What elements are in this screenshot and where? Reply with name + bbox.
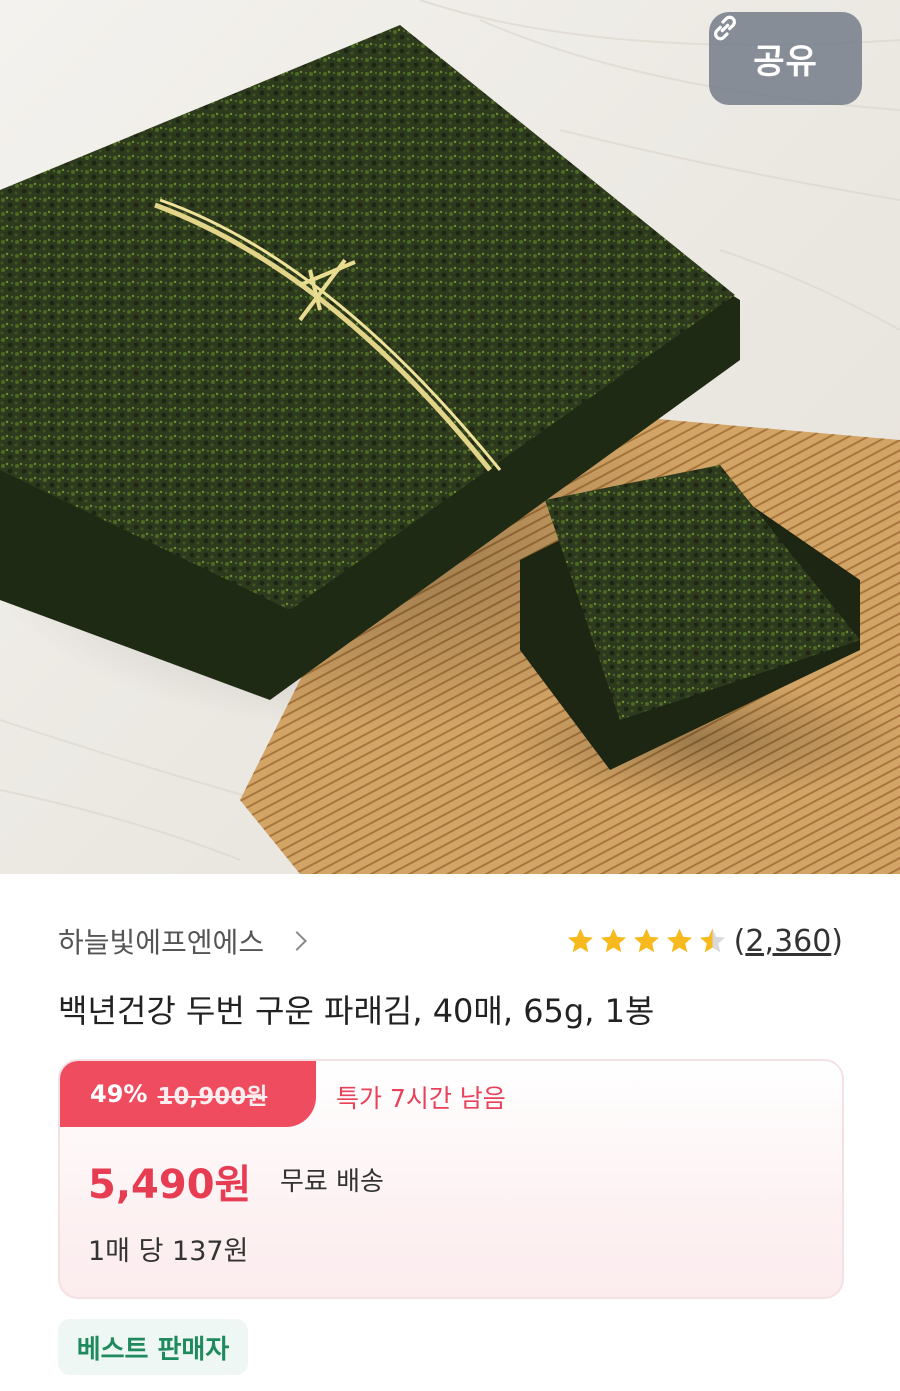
- shipping-info: 무료 배송: [280, 1167, 384, 1197]
- star-icon: [699, 928, 725, 953]
- share-label: 공유: [753, 42, 818, 82]
- star-icon: [567, 928, 593, 953]
- rating-summary[interactable]: (2,360): [565, 918, 843, 964]
- price-box: 49% 10,900원 특가 7시간 남음 5,490원 무료 배송 1매 당 …: [58, 1059, 844, 1299]
- special-deal-timer: 특가 7시간 남음: [336, 1084, 506, 1113]
- star-icon: [633, 928, 659, 953]
- star-icon: [666, 928, 692, 953]
- share-button[interactable]: 공유: [709, 12, 862, 105]
- original-price: 10,900원: [157, 1084, 268, 1110]
- unit-price: 1매 당 137원: [88, 1236, 249, 1267]
- product-image[interactable]: 공유: [0, 0, 900, 874]
- discount-tag: 49% 10,900원: [60, 1061, 316, 1127]
- sale-price: 5,490원: [88, 1162, 252, 1208]
- star-rating: [565, 926, 728, 956]
- star-icon: [600, 928, 626, 953]
- seller-name: 하늘빛에프엔에스: [58, 926, 265, 959]
- product-title: 백년건강 두번 구운 파래김, 40매, 65g, 1봉: [58, 992, 655, 1030]
- review-count[interactable]: (2,360): [734, 924, 843, 959]
- best-seller-badge: 베스트 판매자: [58, 1319, 248, 1375]
- discount-rate: 49%: [90, 1080, 148, 1108]
- seaweed-photo: [0, 0, 900, 874]
- chevron-right-icon: [287, 931, 307, 951]
- link-icon: [714, 15, 736, 41]
